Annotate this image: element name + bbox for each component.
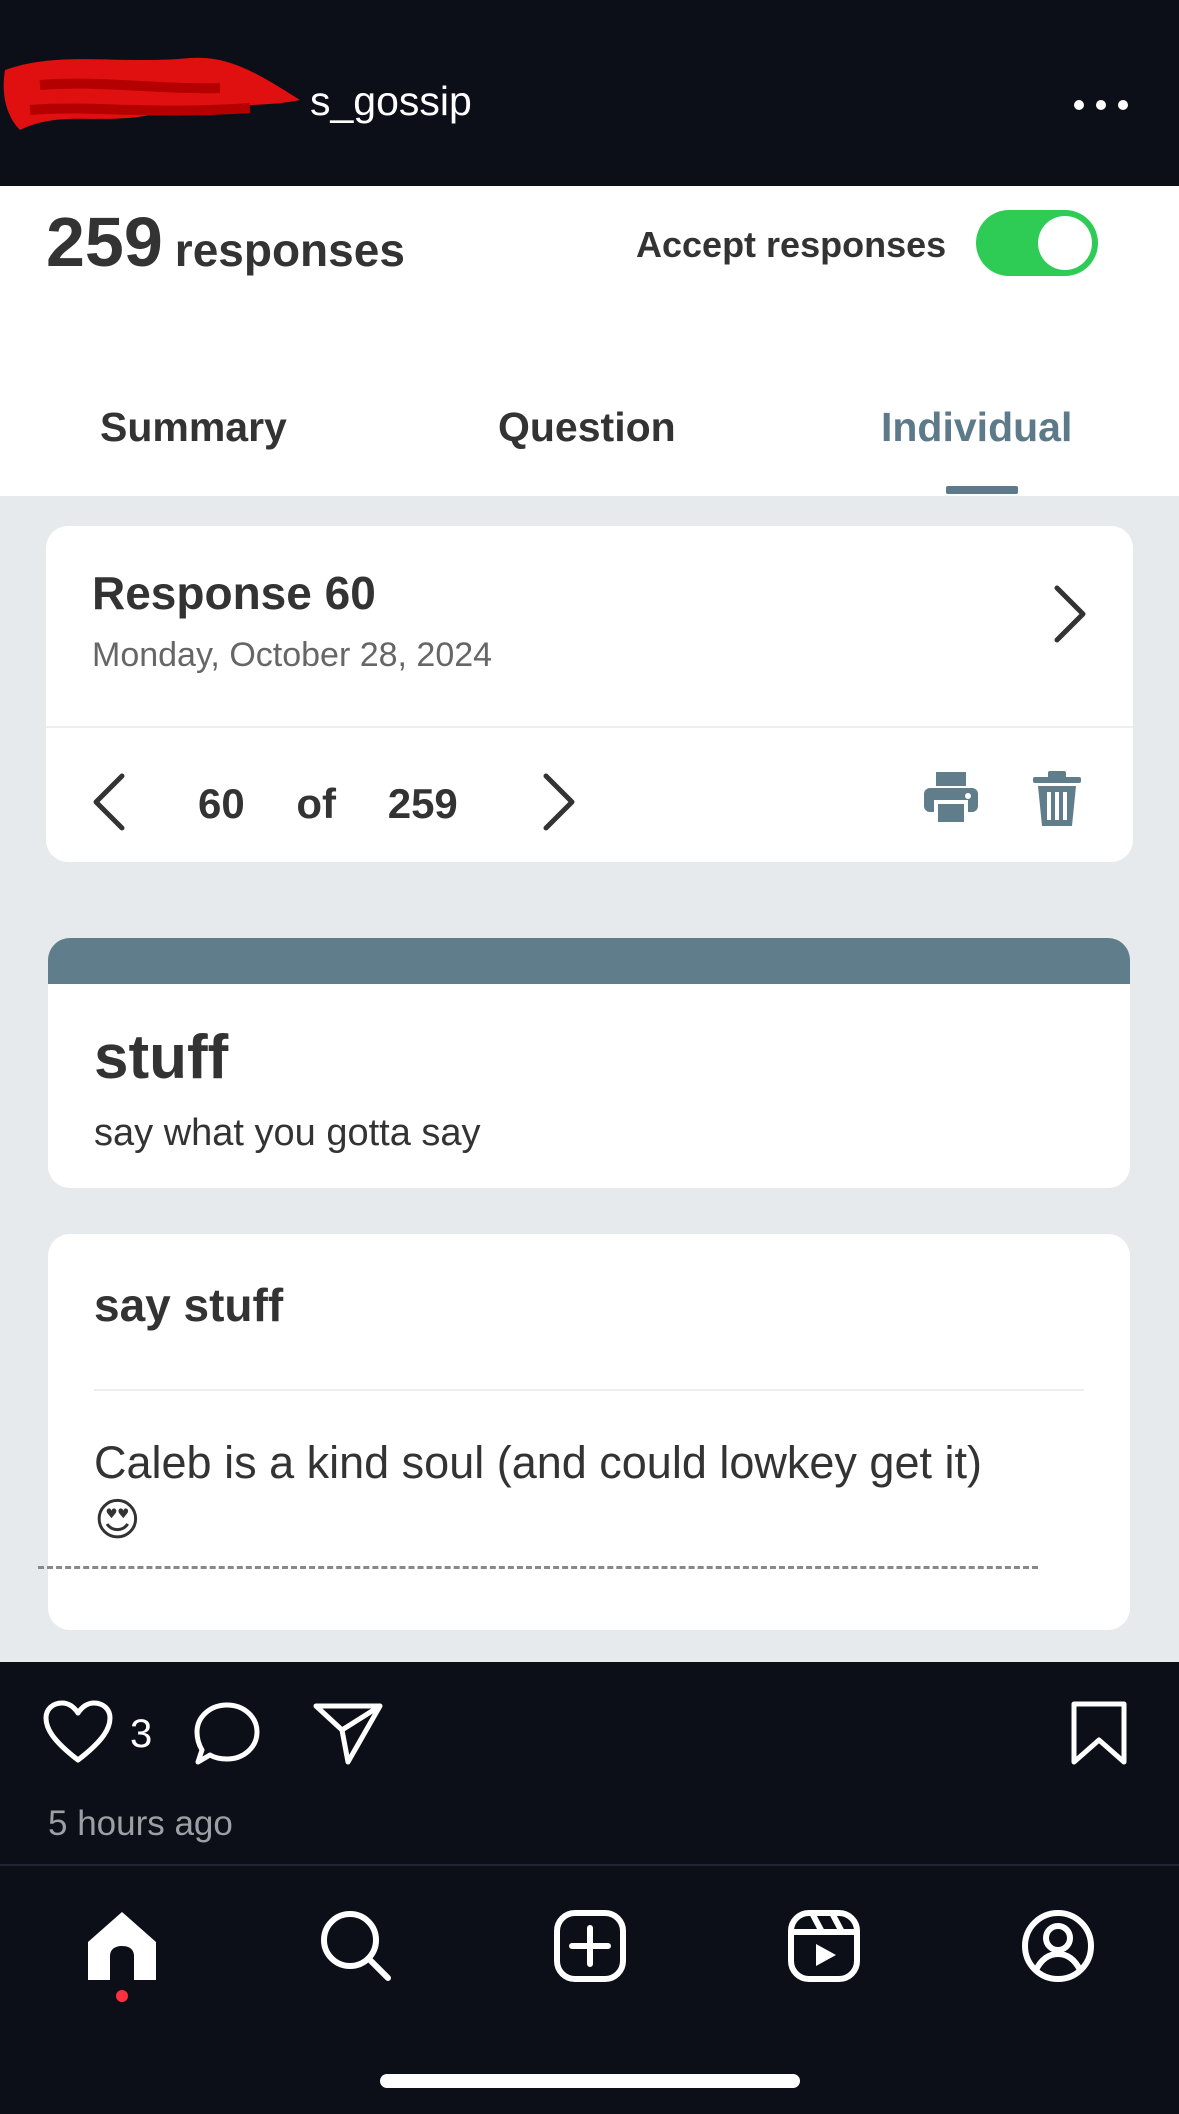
chevron-right-icon[interactable] <box>1049 582 1089 646</box>
next-response-button[interactable] <box>538 770 578 834</box>
response-count-number: 259 <box>46 203 163 281</box>
divider <box>94 1389 1084 1391</box>
create-post-icon[interactable] <box>552 1908 628 1984</box>
bottom-navigation <box>0 1866 1179 2114</box>
toggle-knob <box>1038 216 1092 270</box>
trash-icon[interactable] <box>1032 770 1082 828</box>
like-count[interactable]: 3 <box>130 1712 152 1757</box>
post-header: s_gossip <box>0 0 1179 186</box>
notification-dot <box>116 1990 128 2002</box>
tab-individual[interactable]: Individual <box>881 404 1072 451</box>
pager-indicator: 60 of 259 <box>198 780 458 828</box>
print-icon[interactable] <box>922 770 980 826</box>
response-date: Monday, October 28, 2024 <box>92 636 493 674</box>
share-icon[interactable] <box>312 1700 384 1766</box>
question-answer: Caleb is a kind soul (and could lowkey g… <box>94 1437 982 1545</box>
tab-summary[interactable]: Summary <box>100 404 287 451</box>
home-indicator <box>380 2074 800 2088</box>
accept-responses-toggle[interactable] <box>976 210 1098 276</box>
response-card: Response 60 Monday, October 28, 2024 60 … <box>46 526 1133 862</box>
reels-icon[interactable] <box>786 1908 862 1984</box>
redacted-scribble <box>3 57 300 130</box>
response-title: Response 60 <box>92 567 376 619</box>
question-card: say stuff Caleb is a kind soul (and coul… <box>48 1234 1130 1630</box>
form-info-card: stuff say what you gotta say <box>48 938 1130 1188</box>
comment-icon[interactable] <box>192 1700 262 1768</box>
pager-of: of <box>296 780 337 827</box>
tab-question[interactable]: Question <box>498 404 676 451</box>
question-title: say stuff <box>94 1279 284 1331</box>
previous-response-button[interactable] <box>90 770 130 834</box>
active-tab-indicator <box>946 486 1018 494</box>
post-image: 259 responses Accept responses Summary Qu… <box>0 186 1179 1662</box>
pager-current: 60 <box>198 780 245 827</box>
post-timestamp: 5 hours ago <box>48 1804 233 1843</box>
post-actions: 3 5 hours ago <box>0 1662 1179 1866</box>
more-horizontal-icon[interactable] <box>1071 90 1131 120</box>
profile-icon[interactable] <box>1020 1908 1096 1984</box>
form-title: stuff <box>94 1023 229 1092</box>
accept-responses-label: Accept responses <box>636 224 947 265</box>
account-name[interactable]: s_gossip <box>310 78 472 125</box>
response-count-label: responses <box>174 224 405 276</box>
divider <box>46 726 1133 728</box>
bookmark-icon[interactable] <box>1068 1700 1130 1766</box>
form-description: say what you gotta say <box>94 1112 481 1154</box>
search-icon[interactable] <box>318 1908 394 1984</box>
form-header: 259 responses Accept responses Summary Qu… <box>0 186 1179 496</box>
heart-icon[interactable] <box>42 1700 114 1766</box>
answer-underline <box>38 1566 1038 1569</box>
pager-total: 259 <box>387 780 458 827</box>
form-accent-band <box>48 938 1130 984</box>
home-icon[interactable] <box>84 1908 160 1984</box>
response-count: 259 responses <box>46 202 405 282</box>
